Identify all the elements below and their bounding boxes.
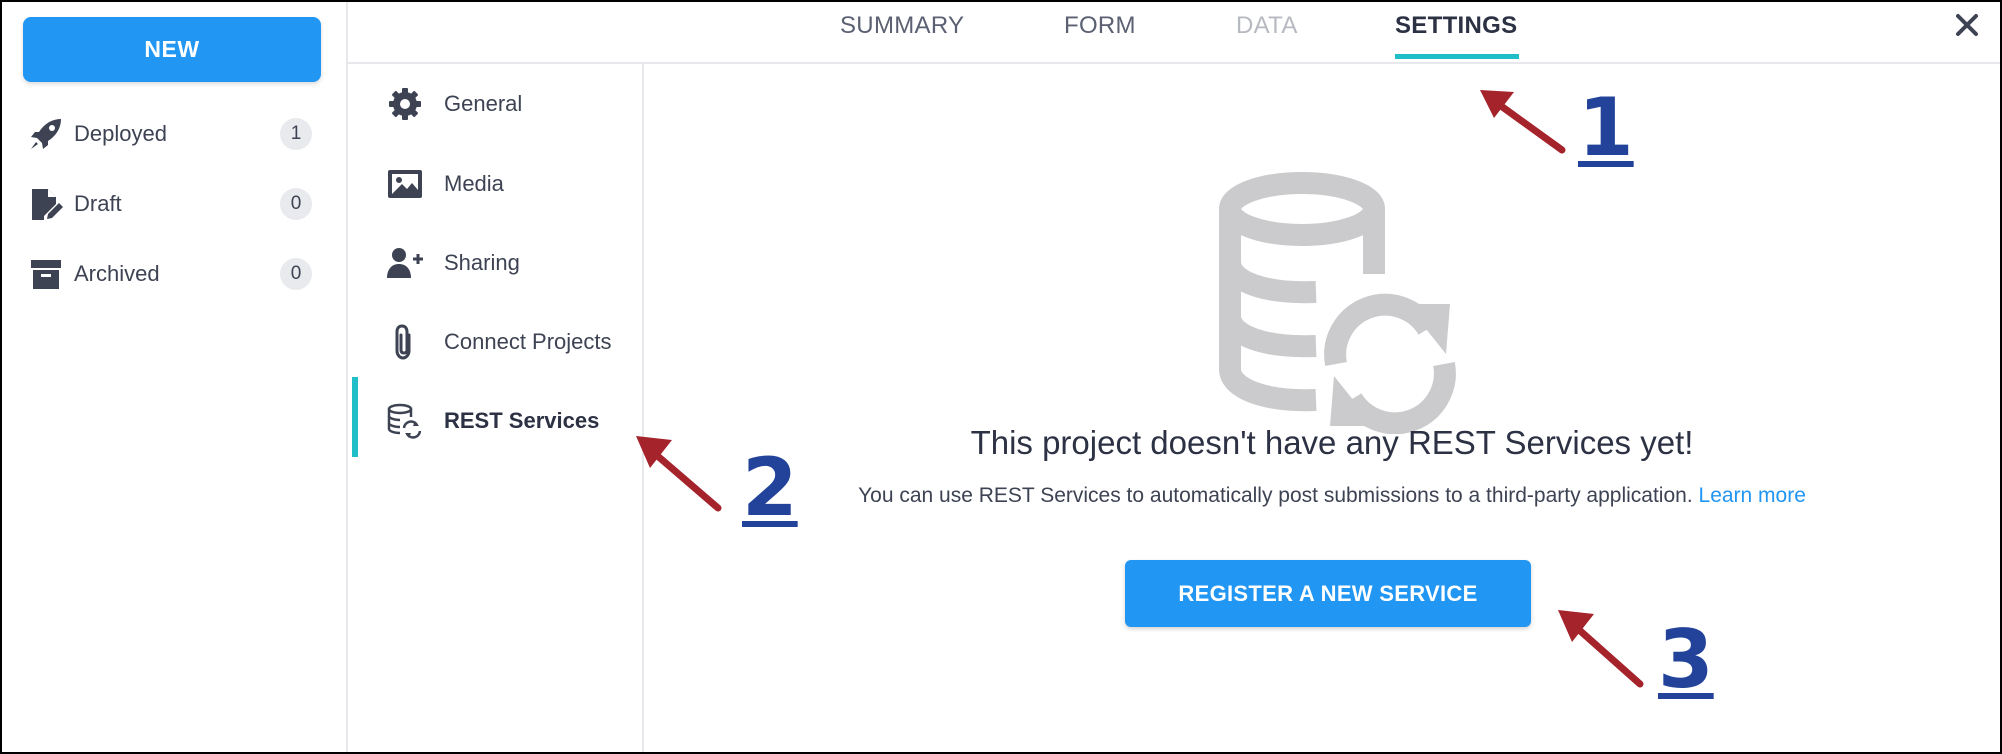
settings-nav-general[interactable]: General	[348, 68, 642, 140]
count-badge: 0	[280, 258, 312, 290]
paperclip-icon	[386, 323, 424, 361]
tab-data[interactable]: DATA	[1236, 12, 1298, 40]
database-sync-icon	[386, 402, 424, 440]
settings-nav-label: General	[444, 91, 523, 116]
annotation-number-1: 1	[1578, 81, 1634, 174]
app-window: NEW Deployed 1 Draft 0 Archived 0 SUMMAR…	[0, 0, 2002, 754]
annotation-arrow-1	[1480, 90, 1566, 154]
tab-settings[interactable]: SETTINGS	[1395, 12, 1517, 40]
sidebar-item-deployed[interactable]: Deployed 1	[26, 110, 322, 158]
database-sync-illustration	[1219, 172, 1456, 434]
settings-nav-rest-services[interactable]: REST Services	[348, 377, 642, 457]
settings-nav-label: Sharing	[444, 250, 520, 275]
main-content: This project doesn't have any REST Servi…	[644, 64, 2000, 752]
tab-form[interactable]: FORM	[1064, 12, 1136, 40]
learn-more-link[interactable]: Learn more	[1699, 484, 1806, 507]
settings-nav-label: REST Services	[444, 408, 600, 433]
sidebar-item-archived[interactable]: Archived 0	[26, 250, 322, 298]
sidebar-item-label: Archived	[74, 261, 160, 286]
settings-nav-media[interactable]: Media	[348, 148, 642, 220]
empty-state-title: This project doesn't have any REST Servi…	[970, 424, 1694, 461]
empty-state-description: You can use REST Services to automatical…	[644, 484, 2000, 508]
description-text: You can use REST Services to automatical…	[858, 484, 1693, 507]
annotation-number-2: 2	[742, 441, 798, 534]
left-sidebar: NEW Deployed 1 Draft 0 Archived 0	[2, 2, 348, 752]
draft-document-icon	[26, 184, 66, 224]
image-icon	[386, 165, 424, 203]
gear-icon	[386, 85, 424, 123]
rocket-icon	[26, 114, 66, 154]
archive-box-icon	[26, 254, 66, 294]
annotation-arrow-3	[1558, 610, 1644, 688]
sidebar-item-label: Deployed	[74, 121, 167, 146]
add-user-icon	[386, 244, 424, 282]
count-badge: 1	[280, 118, 312, 150]
settings-nav: General Media Sharing Connect Projects R…	[348, 64, 644, 752]
new-button[interactable]: NEW	[23, 17, 321, 82]
sidebar-item-label: Draft	[74, 191, 122, 216]
annotation-arrow-2	[636, 436, 722, 512]
settings-nav-connect-projects[interactable]: Connect Projects	[348, 306, 642, 378]
tab-bar: SUMMARY FORM DATA SETTINGS	[348, 2, 2000, 64]
settings-nav-label: Media	[444, 171, 504, 196]
register-new-service-button[interactable]: REGISTER A NEW SERVICE	[1125, 560, 1531, 627]
sidebar-item-draft[interactable]: Draft 0	[26, 180, 322, 228]
close-icon[interactable]	[1952, 10, 1982, 40]
annotation-number-3: 3	[1658, 613, 1714, 706]
settings-nav-label: Connect Projects	[444, 329, 612, 354]
tab-summary[interactable]: SUMMARY	[840, 12, 964, 40]
settings-nav-sharing[interactable]: Sharing	[348, 227, 642, 299]
active-tab-indicator	[1395, 54, 1519, 59]
count-badge: 0	[280, 188, 312, 220]
